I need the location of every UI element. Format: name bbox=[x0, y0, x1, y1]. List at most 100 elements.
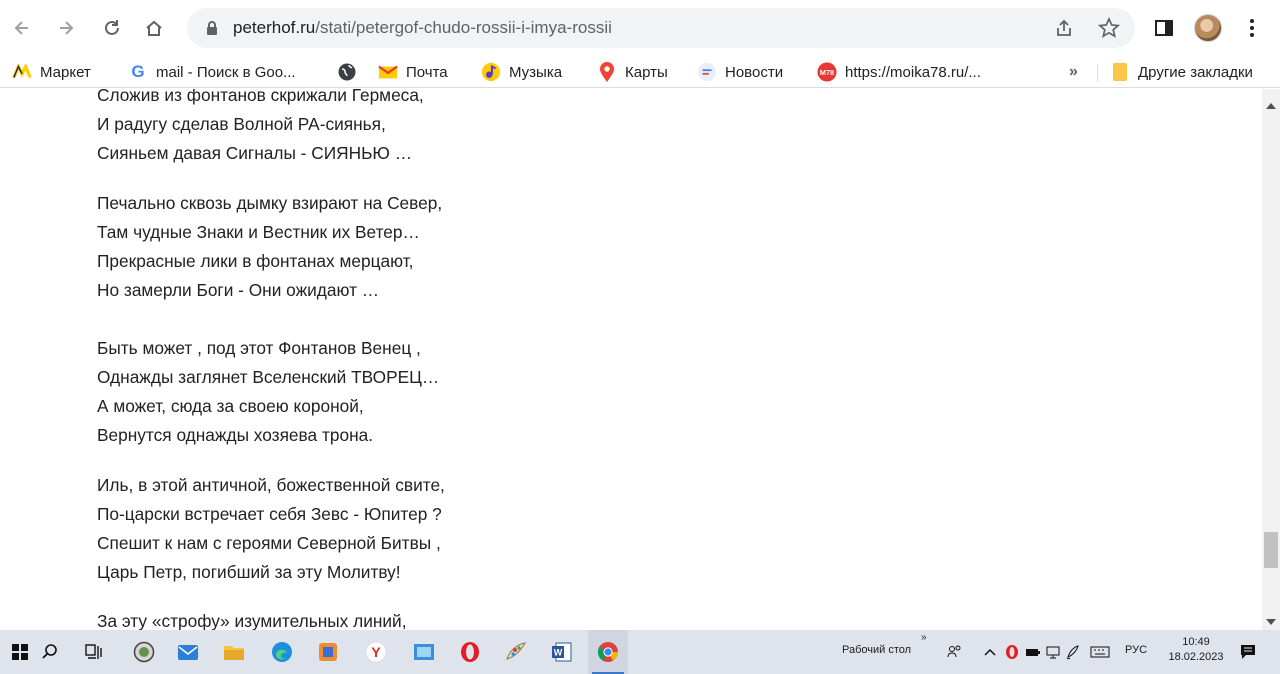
bookmark-market[interactable]: Маркет bbox=[12, 56, 91, 88]
news-icon bbox=[697, 62, 717, 82]
home-button[interactable] bbox=[138, 12, 170, 44]
taskbar-app-mail[interactable] bbox=[168, 630, 208, 674]
tray-battery[interactable] bbox=[1022, 630, 1044, 674]
circle-app-icon bbox=[133, 641, 155, 663]
action-center-button[interactable] bbox=[1232, 630, 1264, 674]
search-button[interactable] bbox=[30, 630, 70, 674]
home-icon bbox=[146, 20, 162, 36]
bookmarks-bar: Маркет G mail - Поиск в Goo... Почта Муз… bbox=[0, 56, 1280, 88]
share-button[interactable] bbox=[1052, 16, 1076, 40]
folder-icon bbox=[224, 646, 244, 660]
url-path: /stati/petergof-chudo-rossii-i-imya-ross… bbox=[315, 18, 612, 37]
task-view-icon bbox=[85, 644, 102, 659]
taskbar-app-word[interactable]: W bbox=[542, 630, 582, 674]
other-bookmarks-folder[interactable]: Другие закладки bbox=[1110, 56, 1253, 88]
poem-line: Но замерли Боги - Они ожидают … bbox=[97, 280, 380, 300]
photos-icon bbox=[414, 644, 434, 660]
map-pin-icon bbox=[597, 62, 617, 82]
profile-button[interactable] bbox=[1192, 12, 1224, 44]
poem-line: Печально сквозь дымку взирают на Север, bbox=[97, 193, 443, 213]
arrow-right-icon bbox=[60, 21, 74, 35]
bookmark-news[interactable]: Новости bbox=[697, 56, 783, 88]
taskbar-app-edge[interactable] bbox=[262, 630, 302, 674]
address-bar[interactable]: peterhof.ru/stati/petergof-chudo-rossii-… bbox=[187, 8, 1135, 48]
scroll-down-arrow-icon[interactable] bbox=[1266, 619, 1276, 625]
toolbar-expand-icon[interactable]: » bbox=[921, 632, 927, 643]
reload-icon bbox=[105, 20, 119, 35]
taskbar-app-media[interactable] bbox=[308, 630, 348, 674]
desktop-toolbar-label[interactable]: Рабочий стол bbox=[842, 644, 911, 656]
tray-expand-button[interactable] bbox=[978, 630, 1002, 674]
bookmark-label: Музыка bbox=[509, 63, 563, 81]
taskbar-app-chrome[interactable] bbox=[588, 630, 628, 674]
tray-keyboard[interactable] bbox=[1086, 630, 1114, 674]
poem-line: Там чудные Знаки и Вестник их Ветер… bbox=[97, 222, 420, 242]
taskbar-app-explorer[interactable] bbox=[214, 630, 254, 674]
tray-opera[interactable] bbox=[1000, 630, 1024, 674]
keyboard-icon bbox=[1090, 646, 1110, 658]
poem-line: Иль, в этой античной, божественной свите… bbox=[97, 475, 445, 495]
bookmark-globe[interactable] bbox=[337, 56, 365, 88]
bookmark-label: Почта bbox=[406, 63, 448, 81]
browser-toolbar: peterhof.ru/stati/petergof-chudo-rossii-… bbox=[0, 0, 1280, 56]
bookmark-mail[interactable]: Почта bbox=[378, 56, 448, 88]
taskbar-app-photos[interactable] bbox=[404, 630, 444, 674]
arrow-left-icon bbox=[14, 21, 28, 35]
poem-line: По-царски встречает себя Зевс - Юпитер ? bbox=[97, 504, 442, 524]
side-panel-button[interactable] bbox=[1148, 12, 1180, 44]
poem-line: И радугу сделав Волной РА-сиянья, bbox=[97, 114, 386, 134]
poem-line: Быть может , под этот Фонтанов Венец , bbox=[97, 338, 421, 358]
reload-button[interactable] bbox=[96, 12, 128, 44]
yandex-browser-icon: Y bbox=[365, 641, 387, 663]
bookmark-star-button[interactable] bbox=[1097, 16, 1121, 40]
taskbar-app-circle[interactable] bbox=[124, 630, 164, 674]
tray-network[interactable] bbox=[1042, 630, 1064, 674]
poem-line: Спешит к нам с героями Северной Битвы , bbox=[97, 533, 441, 553]
url-host: peterhof.ru bbox=[233, 18, 316, 37]
bookmark-moika78[interactable]: M78 https://moika78.ru/... bbox=[817, 56, 981, 88]
clock[interactable]: 10:49 18.02.2023 bbox=[1166, 635, 1226, 665]
svg-text:Y: Y bbox=[371, 644, 381, 660]
bookmark-maps[interactable]: Карты bbox=[597, 56, 668, 88]
moika78-icon: M78 bbox=[817, 62, 837, 82]
svg-text:M78: M78 bbox=[820, 68, 834, 77]
scroll-up-arrow-icon[interactable] bbox=[1266, 103, 1276, 109]
task-view-button[interactable] bbox=[74, 630, 114, 674]
menu-button[interactable] bbox=[1236, 12, 1268, 44]
bookmark-label: Карты bbox=[625, 63, 668, 81]
taskbar-app-opera[interactable] bbox=[450, 630, 490, 674]
taskbar-app-paint[interactable] bbox=[496, 630, 536, 674]
url-text[interactable]: peterhof.ru/stati/petergof-chudo-rossii-… bbox=[233, 8, 612, 48]
pen-icon bbox=[1066, 645, 1079, 660]
folder-icon bbox=[1110, 62, 1130, 82]
input-language-indicator[interactable]: РУС bbox=[1125, 644, 1147, 656]
google-icon: G bbox=[131, 62, 145, 81]
scroll-thumb[interactable] bbox=[1264, 532, 1278, 568]
tray-pen[interactable] bbox=[1062, 630, 1084, 674]
poem-line: А может, сюда за своею короной, bbox=[97, 396, 364, 416]
more-vert-icon bbox=[1250, 19, 1254, 37]
bookmark-google-search[interactable]: G mail - Поиск в Goo... bbox=[128, 56, 296, 88]
forward-button[interactable] bbox=[50, 12, 82, 44]
battery-icon bbox=[1026, 649, 1040, 656]
bookmark-music[interactable]: Музыка bbox=[481, 56, 562, 88]
clock-time: 10:49 bbox=[1182, 636, 1210, 648]
more-bookmarks-button[interactable]: » bbox=[1069, 56, 1078, 88]
music-icon bbox=[481, 62, 501, 82]
poem-line: Прекрасные лики в фонтанах мерцают, bbox=[97, 251, 414, 271]
media-player-icon bbox=[319, 643, 337, 661]
search-icon bbox=[42, 644, 57, 659]
star-icon bbox=[1098, 17, 1120, 38]
people-button[interactable] bbox=[940, 630, 970, 674]
chrome-icon bbox=[597, 642, 619, 662]
opera-icon bbox=[1006, 645, 1018, 659]
bookmark-label: Новости bbox=[725, 63, 784, 81]
taskbar-app-yandex[interactable]: Y bbox=[356, 630, 396, 674]
windows-logo-icon bbox=[12, 644, 28, 660]
yandex-market-icon bbox=[12, 62, 32, 82]
back-button[interactable] bbox=[6, 12, 38, 44]
bookmark-label: mail - Поиск в Goo... bbox=[156, 63, 296, 81]
vertical-scrollbar[interactable] bbox=[1262, 89, 1280, 630]
globe-icon bbox=[337, 62, 357, 82]
opera-icon bbox=[461, 642, 479, 662]
